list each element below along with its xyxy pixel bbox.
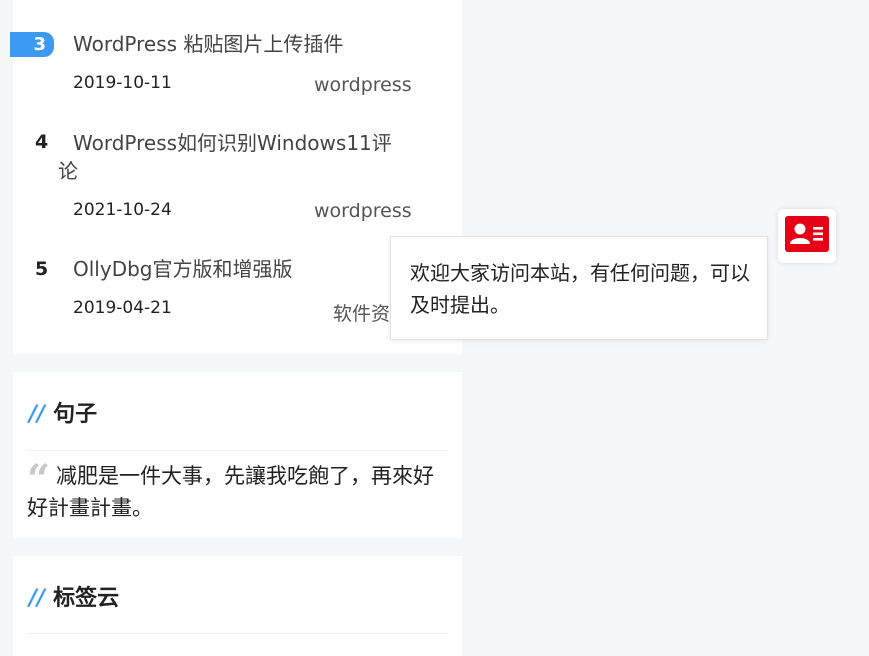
rank-number: 4 xyxy=(35,131,49,153)
rank-badge: 3 xyxy=(10,32,54,57)
divider xyxy=(27,633,448,634)
post-tag[interactable]: 软件资 xyxy=(333,299,390,326)
post-date: 2019-10-11 xyxy=(73,73,172,93)
post-title[interactable]: OllyDbg官方版和增强版 xyxy=(73,255,292,283)
sentence-card: // 句子 “减肥是一件大事，先讓我吃飽了，再來好好計畫計畫。 xyxy=(13,372,462,538)
tag-cloud-card: // 标签云 xyxy=(13,556,462,656)
contact-popup: 欢迎大家访问本站，有任何问题，可以及时提出。 xyxy=(390,236,768,340)
post-title-line2[interactable]: 论 xyxy=(58,157,78,185)
quote-icon: “ xyxy=(27,456,51,503)
heading-slash: // xyxy=(29,402,46,427)
post-date: 2019-04-21 xyxy=(73,298,172,318)
quote-block: “减肥是一件大事，先讓我吃飽了，再來好好計畫計畫。 xyxy=(27,460,447,524)
post-title-line1[interactable]: WordPress如何识别Windows11评 xyxy=(73,129,392,157)
post-tag[interactable]: wordpress xyxy=(314,200,412,222)
contact-button[interactable] xyxy=(778,209,836,263)
section-heading: // 标签云 xyxy=(29,580,119,612)
post-title[interactable]: WordPress 粘贴图片上传插件 xyxy=(73,30,343,58)
heading-slash: // xyxy=(29,586,46,611)
section-heading: // 句子 xyxy=(29,396,97,428)
popup-text: 欢迎大家访问本站，有任何问题，可以及时提出。 xyxy=(410,261,750,317)
divider xyxy=(27,450,448,451)
rank-number: 5 xyxy=(35,258,49,280)
heading-text: 标签云 xyxy=(53,586,120,611)
quote-text: 减肥是一件大事，先讓我吃飽了，再來好好計畫計畫。 xyxy=(27,464,435,520)
heading-text: 句子 xyxy=(53,402,98,427)
post-tag[interactable]: wordpress xyxy=(314,74,412,96)
post-date: 2021-10-24 xyxy=(73,200,172,220)
contact-card-icon xyxy=(785,216,829,252)
